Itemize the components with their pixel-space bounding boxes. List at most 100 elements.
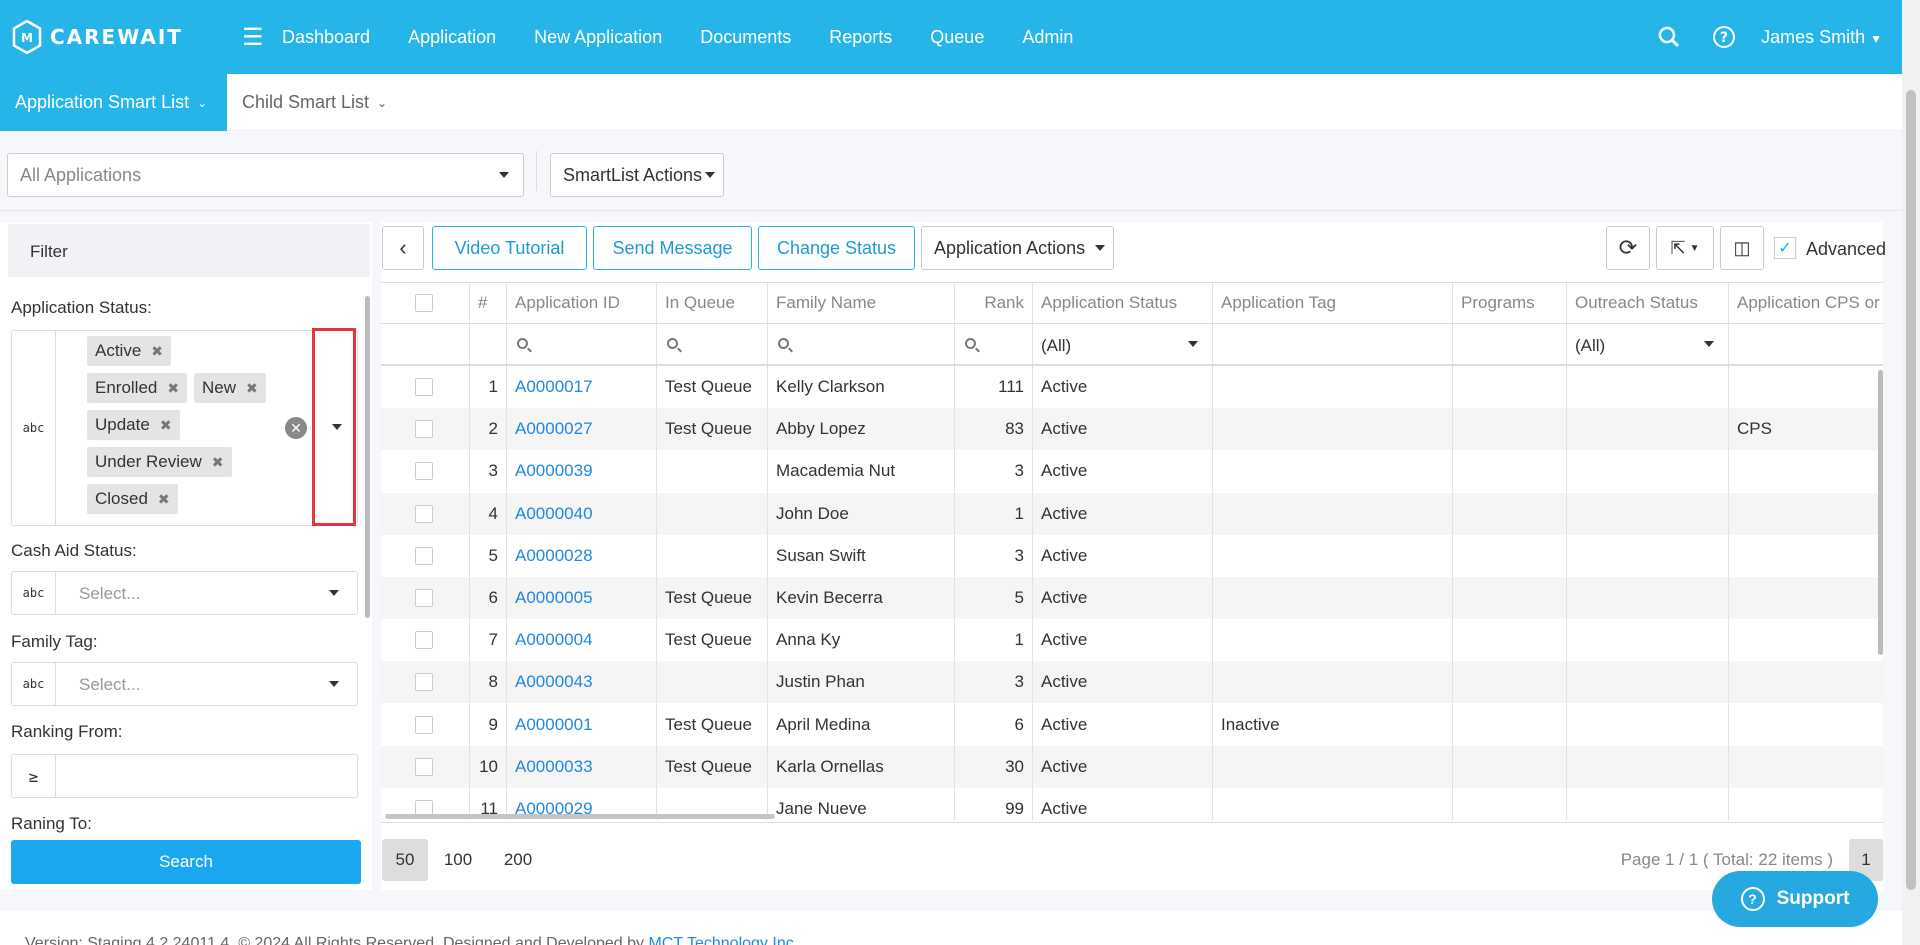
- row-select-cell[interactable]: [381, 366, 469, 408]
- table-row[interactable]: 4A0000040John Doe1Active: [381, 493, 1883, 535]
- cell-application-id[interactable]: A0000028: [506, 535, 656, 577]
- search-button[interactable]: Search: [11, 840, 361, 884]
- cell-application-id[interactable]: A0000017: [506, 366, 656, 408]
- col-header-rank[interactable]: Rank: [954, 283, 1032, 323]
- page-size-50[interactable]: 50: [382, 839, 428, 881]
- filter-outreach-status[interactable]: (All): [1566, 324, 1728, 364]
- application-status-tagbox[interactable]: abc Active✖ Enrolled✖ New✖ Update✖ Under…: [11, 330, 358, 526]
- advanced-checkbox[interactable]: ✓: [1774, 237, 1796, 259]
- row-select-cell[interactable]: [381, 493, 469, 535]
- row-checkbox[interactable]: [415, 462, 433, 480]
- status-dropdown-caret-icon[interactable]: [332, 424, 342, 430]
- cell-application-id[interactable]: A0000004: [506, 619, 656, 661]
- help-icon[interactable]: ?: [1696, 25, 1751, 49]
- remove-tag-icon[interactable]: ✖: [158, 491, 170, 508]
- change-status-button[interactable]: Change Status: [758, 226, 915, 270]
- column-chooser-button[interactable]: ◫: [1720, 226, 1764, 270]
- row-checkbox[interactable]: [415, 631, 433, 649]
- nav-admin[interactable]: Admin: [1022, 27, 1073, 48]
- filter-application-tag[interactable]: [1212, 324, 1452, 364]
- filter-rank[interactable]: [954, 324, 1032, 364]
- col-header-application-id[interactable]: Application ID: [506, 283, 656, 323]
- row-checkbox[interactable]: [415, 420, 433, 438]
- remove-tag-icon[interactable]: ✖: [212, 454, 224, 471]
- col-header-programs[interactable]: Programs: [1452, 283, 1566, 323]
- row-checkbox[interactable]: [415, 758, 433, 776]
- remove-tag-icon[interactable]: ✖: [151, 343, 163, 360]
- ranking-from-input[interactable]: ≥: [11, 754, 358, 798]
- cell-application-id[interactable]: A0000005: [506, 577, 656, 619]
- grid-horizontal-scrollbar[interactable]: [385, 814, 775, 819]
- send-message-button[interactable]: Send Message: [593, 226, 752, 270]
- cell-application-id[interactable]: A0000040: [506, 493, 656, 535]
- table-row[interactable]: 5A0000028Susan Swift3Active: [381, 535, 1883, 577]
- filter-in-queue[interactable]: [656, 324, 767, 364]
- table-row[interactable]: 6A0000005Test QueueKevin Becerra5Active: [381, 577, 1883, 619]
- filter-scrollbar[interactable]: [365, 296, 370, 618]
- row-select-cell[interactable]: [381, 619, 469, 661]
- nav-new-application[interactable]: New Application: [534, 27, 662, 48]
- cell-application-id[interactable]: A0000039: [506, 450, 656, 492]
- cell-application-id[interactable]: A0000043: [506, 661, 656, 703]
- cash-aid-select[interactable]: abc Select...: [11, 571, 358, 615]
- support-button[interactable]: ? Support: [1712, 871, 1878, 927]
- col-header-application-tag[interactable]: Application Tag: [1212, 283, 1452, 323]
- row-checkbox[interactable]: [415, 547, 433, 565]
- table-row[interactable]: 2A0000027Test QueueAbby Lopez83ActiveCPS: [381, 408, 1883, 450]
- row-checkbox[interactable]: [415, 716, 433, 734]
- filter-application-id[interactable]: [506, 324, 656, 364]
- filter-application-cps[interactable]: [1728, 324, 1883, 364]
- row-checkbox[interactable]: [415, 589, 433, 607]
- carewait-logo[interactable]: M CAREWAIT: [12, 20, 232, 54]
- col-header-outreach-status[interactable]: Outreach Status: [1566, 283, 1728, 323]
- application-actions-dropdown[interactable]: Application Actions: [921, 226, 1114, 270]
- tab-child-smart-list[interactable]: Child Smart List ⌄: [227, 74, 402, 131]
- nav-queue[interactable]: Queue: [930, 27, 984, 48]
- filter-application-status[interactable]: (All): [1032, 324, 1212, 364]
- refresh-button[interactable]: ⟳: [1606, 226, 1650, 270]
- table-row[interactable]: 10A0000033Test QueueKarla Ornellas30Acti…: [381, 746, 1883, 788]
- row-select-cell[interactable]: [381, 661, 469, 703]
- row-select-cell[interactable]: [381, 408, 469, 450]
- video-tutorial-button[interactable]: Video Tutorial: [432, 226, 587, 270]
- row-select-cell[interactable]: [381, 535, 469, 577]
- menu-toggle-icon[interactable]: ☰: [242, 23, 282, 52]
- table-row[interactable]: 1A0000017Test QueueKelly Clarkson111Acti…: [381, 366, 1883, 408]
- page-scrollbar[interactable]: [1902, 0, 1920, 945]
- view-select[interactable]: All Applications: [7, 153, 524, 197]
- table-row[interactable]: 9A0000001Test QueueApril Medina6ActiveIn…: [381, 704, 1883, 746]
- filter-family-name[interactable]: [767, 324, 954, 364]
- table-row[interactable]: 3A0000039Macademia Nut3Active: [381, 450, 1883, 492]
- smartlist-actions-dropdown[interactable]: SmartList Actions: [550, 153, 724, 197]
- row-select-cell[interactable]: [381, 450, 469, 492]
- footer-link[interactable]: MCT Technology Inc.: [648, 935, 798, 945]
- row-checkbox[interactable]: [415, 378, 433, 396]
- row-select-cell[interactable]: [381, 704, 469, 746]
- row-checkbox[interactable]: [415, 505, 433, 523]
- family-tag-select[interactable]: abc Select...: [11, 662, 358, 706]
- tab-application-smart-list[interactable]: Application Smart List ⌄: [0, 74, 227, 131]
- remove-tag-icon[interactable]: ✖: [160, 417, 172, 434]
- nav-application[interactable]: Application: [408, 27, 496, 48]
- clear-all-icon[interactable]: ✕: [285, 417, 307, 439]
- cell-application-id[interactable]: A0000033: [506, 746, 656, 788]
- export-button[interactable]: ⇱▼: [1656, 226, 1714, 270]
- col-header-application-cps[interactable]: Application CPS or: [1728, 283, 1883, 323]
- user-menu[interactable]: James Smith ▼: [1761, 27, 1882, 48]
- filter-programs[interactable]: [1452, 324, 1566, 364]
- search-icon[interactable]: [1641, 26, 1696, 48]
- table-row[interactable]: 8A0000043Justin Phan3Active: [381, 661, 1883, 703]
- nav-dashboard[interactable]: Dashboard: [282, 27, 370, 48]
- page-size-200[interactable]: 200: [495, 839, 541, 881]
- col-header-application-status[interactable]: Application Status: [1032, 283, 1212, 323]
- cell-application-id[interactable]: A0000027: [506, 408, 656, 450]
- page-size-100[interactable]: 100: [435, 839, 481, 881]
- col-header-number[interactable]: #: [469, 283, 506, 323]
- table-row[interactable]: 7A0000004Test QueueAnna Ky1Active: [381, 619, 1883, 661]
- select-all-checkbox[interactable]: [415, 294, 433, 312]
- col-header-family-name[interactable]: Family Name: [767, 283, 954, 323]
- page-scrollbar-thumb[interactable]: [1906, 90, 1916, 890]
- nav-documents[interactable]: Documents: [700, 27, 791, 48]
- grid-vertical-scrollbar[interactable]: [1878, 370, 1883, 655]
- cell-application-id[interactable]: A0000001: [506, 704, 656, 746]
